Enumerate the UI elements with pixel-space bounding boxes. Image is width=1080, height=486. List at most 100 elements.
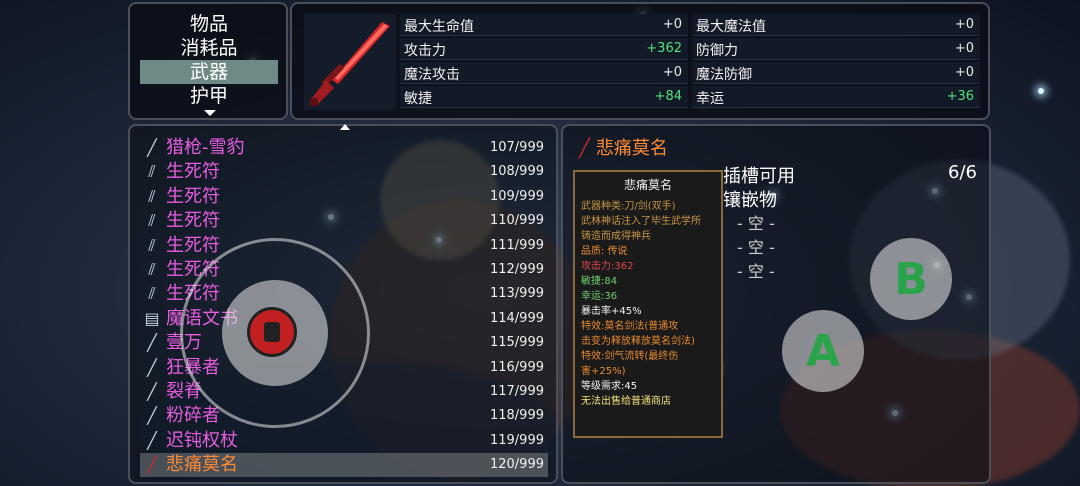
category-item[interactable]: 消耗品	[140, 36, 278, 60]
detail-title-text: 悲痛莫名	[595, 138, 668, 159]
description-line: 武器种类:刀/剑(双手)	[581, 201, 676, 212]
item-count: 114/999	[489, 310, 544, 326]
item-name: 生死符	[166, 185, 220, 207]
category-menu: 物品 消耗品 武器 护甲	[128, 2, 288, 120]
description-line: 铸造而成得神兵	[581, 231, 651, 242]
stat-value: +0	[954, 17, 974, 32]
description-line: 武林神话注入了毕生武学所	[581, 216, 701, 227]
stat-row: 最大魔法值 +0	[692, 14, 980, 36]
item-count: 117/999	[489, 384, 544, 399]
item-count: 111/999	[489, 237, 544, 253]
item-name: 生死符	[166, 234, 220, 256]
stat-row: 魔法防御 +0	[692, 62, 980, 84]
stat-label: 幸运	[696, 91, 724, 107]
book-icon: ▤	[144, 308, 160, 328]
gem-slot[interactable]: - 空 -	[737, 210, 775, 234]
stat-label: 魔法防御	[696, 67, 752, 83]
stat-value: +0	[954, 41, 974, 56]
gem-slot[interactable]: - 空 -	[737, 234, 775, 258]
description-line: 特效:莫名剑法(普通攻	[581, 321, 679, 332]
description-line: 等级需求:45	[581, 381, 638, 392]
stat-value: +362	[646, 41, 682, 56]
description-title: 悲痛莫名	[623, 178, 672, 192]
stat-label: 敏捷	[404, 91, 432, 107]
stat-label: 最大生命值	[404, 19, 474, 35]
stat-value: +84	[654, 89, 682, 104]
category-item[interactable]: 物品	[140, 12, 278, 36]
item-description: 悲痛莫名 武器种类:刀/剑(双手) 武林神话注入了毕生武学所 铸造而成得神兵 品质: …	[573, 170, 723, 438]
item-count: 120/999	[489, 457, 544, 473]
stat-label: 攻击力	[404, 43, 446, 59]
description-line: 暴击率+45%	[581, 306, 642, 317]
list-item[interactable]: ⫽ 生死符 110/999	[140, 209, 548, 233]
joystick-center-icon	[247, 307, 297, 357]
item-count: 116/999	[489, 359, 544, 375]
description-line: 品质: 传说	[581, 246, 628, 257]
sword-icon: ╱	[147, 333, 157, 353]
item-count: 107/999	[489, 140, 544, 155]
hammer-icon: ╱	[147, 406, 157, 426]
red-sword-icon: ╱	[147, 455, 157, 475]
item-name: 猎枪-雪豹	[166, 137, 245, 158]
staff-icon: ╱	[147, 430, 157, 450]
item-count: 110/999	[489, 213, 544, 229]
item-name: 粉碎者	[166, 405, 220, 427]
item-count: 113/999	[489, 286, 544, 302]
category-item[interactable]: 护甲	[140, 84, 278, 108]
stat-row: 敏捷 +84	[400, 86, 688, 108]
item-count: 115/999	[489, 335, 544, 351]
item-count: 119/999	[489, 432, 544, 448]
stat-row: 防御力 +0	[692, 38, 980, 60]
needles-icon: ⫽	[148, 211, 156, 231]
socket-gem-label: 镶嵌物	[723, 190, 777, 211]
description-line: 击变为释放释放莫名剑法)	[581, 336, 695, 347]
list-item[interactable]: ⫽ 生死符 109/999	[140, 185, 548, 209]
item-count: 109/999	[489, 188, 544, 204]
stat-row: 幸运 +36	[692, 86, 980, 108]
stat-value: +0	[954, 65, 974, 80]
stat-value: +36	[946, 89, 974, 104]
needles-icon: ⫽	[148, 162, 156, 182]
needles-icon: ⫽	[148, 284, 156, 304]
syringe-icon: ╱	[147, 357, 157, 377]
description-line: 特效:剑气流转(最终伤	[581, 351, 679, 362]
socket-available-label: 插槽可用	[723, 166, 795, 187]
a-button[interactable]: A	[782, 310, 864, 392]
category-item[interactable]: 武器	[140, 60, 278, 84]
b-button[interactable]: B	[870, 238, 952, 320]
item-name: 生死符	[166, 161, 220, 183]
gem-slot[interactable]: - 空 -	[737, 258, 775, 282]
item-count: 108/999	[489, 164, 544, 180]
needles-icon: ⫽	[148, 235, 156, 255]
socket-count: 6/6	[948, 162, 977, 183]
item-count: 118/999	[489, 408, 544, 424]
stats-panel: 最大生命值 +0 攻击力 +362 魔法攻击 +0 敏捷 +84 最大魔法值 +0 防御力 +0 魔法防…	[290, 2, 990, 120]
list-scroll-up-icon[interactable]	[340, 124, 350, 130]
description-line: 幸运:36	[581, 291, 618, 302]
dagger-icon: ╱	[147, 382, 157, 401]
stat-row: 魔法攻击 +0	[400, 62, 688, 84]
needles-icon: ⫽	[148, 186, 156, 206]
list-item[interactable]: ╱ 悲痛莫名 120/999	[140, 453, 548, 478]
description-line: 无法出售给普通商店	[581, 396, 671, 407]
gun-icon: ╱	[147, 138, 157, 157]
list-item[interactable]: ╱ 猎枪-雪豹 107/999	[140, 136, 548, 160]
detail-title: ╱ 悲痛莫名	[579, 134, 668, 160]
list-item[interactable]: ╱ 粉碎者 118/999	[140, 404, 548, 428]
red-sword-icon: ╱	[579, 138, 590, 159]
stat-value: +0	[662, 65, 682, 80]
list-item[interactable]: ⫽ 生死符 108/999	[140, 160, 548, 184]
stat-label: 防御力	[696, 43, 738, 59]
item-name: 迟钝权杖	[166, 429, 238, 451]
description-line: 攻击力:362	[581, 261, 634, 272]
item-name: 生死符	[166, 210, 220, 232]
list-item[interactable]: ╱ 迟钝权杖 119/999	[140, 429, 548, 453]
stat-label: 最大魔法值	[696, 19, 766, 35]
item-name: 悲痛莫名	[166, 454, 238, 476]
stat-row: 攻击力 +362	[400, 38, 688, 60]
item-count: 112/999	[489, 262, 544, 277]
red-sword-icon	[310, 22, 390, 106]
stat-value: +0	[662, 17, 682, 32]
list-item[interactable]: ⫽ 生死符 111/999	[140, 234, 548, 258]
category-scroll-down-icon[interactable]	[204, 110, 216, 116]
